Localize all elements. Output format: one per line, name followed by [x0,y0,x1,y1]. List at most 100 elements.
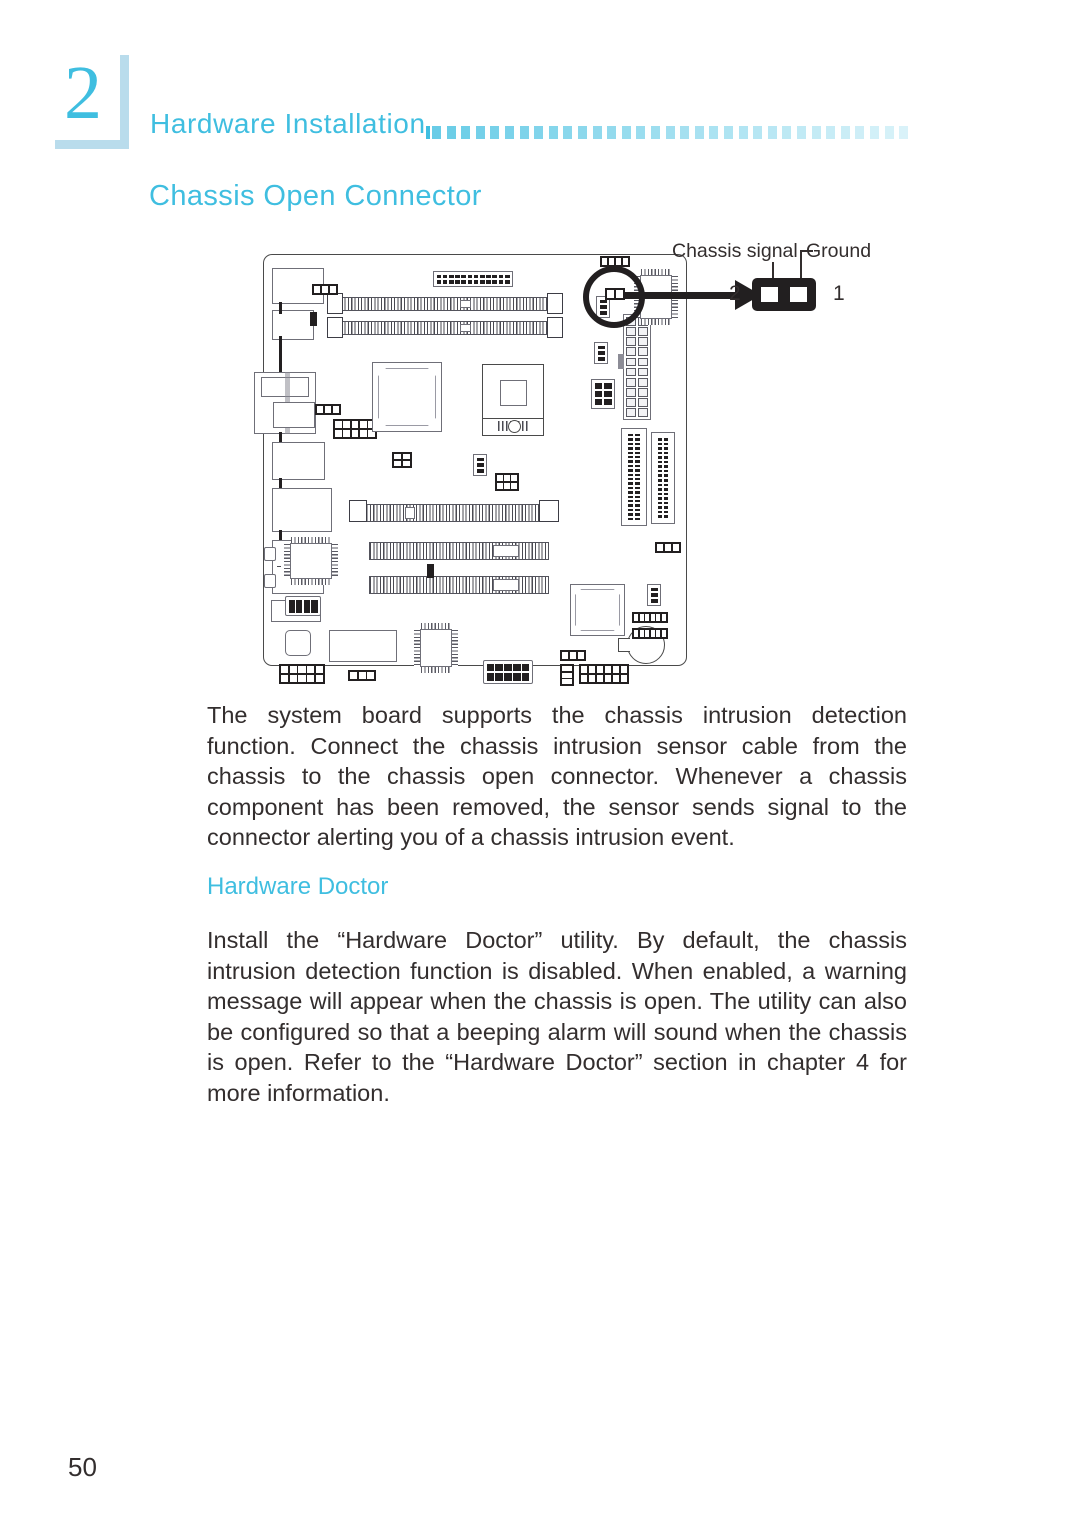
atx-power-connector [623,314,651,420]
super-io-chip [413,622,459,674]
northbridge-chip-bevel [378,368,436,426]
label-ground: Ground [806,240,872,262]
running-head-dot [636,126,646,139]
dimm-slot-1 [337,297,551,311]
io-port-vga-lower [273,402,315,428]
header-right-usb-1 [632,612,668,623]
dimm-slot-2-clip-left [327,317,343,338]
running-head-title: Hardware Installation [150,108,426,139]
jumper-between-pci [427,564,434,578]
header-mid-six-pin [495,473,519,491]
running-head-dot [870,126,879,139]
agp-slot-clip-right [539,500,559,522]
header-upper-left-of-chip [392,452,412,468]
running-head-dot [709,126,719,139]
running-head-dot [738,126,748,139]
running-head-dot [767,126,777,139]
header-front-panel-audio [279,664,325,684]
crystal-oscillator [285,630,311,656]
io-edge-line-b [279,336,282,374]
header-fan-cpu [594,342,608,364]
body-paragraph-2: Install the “Hardware Doctor” utility. B… [207,927,907,1106]
running-head-dot [665,126,675,139]
running-head-dot [782,126,792,139]
agp-slot [359,504,547,522]
page-number: 50 [68,1452,97,1482]
io-port-usb-lan-upper [272,442,325,480]
connector-pin-hole-1 [790,287,807,302]
audio-jack-1 [264,547,276,561]
cmos-battery-tab [618,638,630,652]
running-head-dot [534,126,544,139]
running-head-dot [621,126,631,139]
atx-power-connector-latch [618,354,624,369]
running-head-dot [578,126,587,139]
header-bottom-right-small [560,664,574,686]
running-head-dot [899,126,909,139]
io-port-usb-lan-lower [272,488,332,532]
agp-slot-clip-left [349,500,367,522]
connector-pin-label-1: 1 [833,282,845,305]
leader-line-chassis-signal [772,262,774,279]
header-bottom-right-three-pin [560,650,586,661]
running-head-dot [519,126,529,139]
header-top-center [433,271,513,287]
ide-connector-1 [621,428,647,526]
dimm-slot-1-clip-right [547,293,563,314]
dimm-slot-1-clip-left [327,293,343,314]
running-head-dot [826,126,836,139]
page-title: Chassis Open Connector [149,180,482,212]
chapter-badge: 2 [46,46,129,149]
header-fan-mid-left [315,404,341,415]
running-head-dot-lead [426,126,430,139]
running-head-dot-rule [426,126,914,142]
running-head-dot [548,126,558,139]
running-head-dot [607,126,617,139]
pci-slot-2-key [493,579,519,591]
header-bottom-three-pin [348,670,376,681]
header-power-small-left [285,596,321,616]
dimm-slot-2-clip-right [547,317,563,338]
label-chassis-signal: Chassis signal [672,240,798,262]
pci-slot-1-key [493,545,519,557]
header-right-three-pin [647,584,661,606]
running-head-dot [461,126,471,139]
running-head-dot [797,126,806,139]
running-head-dot [432,126,441,139]
callout-arrow-line [625,292,738,299]
cpu-socket-lever-knob [508,420,521,433]
running-head-dot [563,126,573,139]
running-head-dot [680,126,690,139]
jumper-top-left [310,312,317,326]
running-head-dot [840,126,850,139]
header-right-edge-three-pin [655,542,681,553]
ide-connector-2 [651,432,675,524]
body-paragraph-1: The system board supports the chassis in… [207,702,907,851]
southbridge-chip-bevel [575,589,620,631]
dimm-slot-2 [337,321,551,335]
header-front-panel [579,664,629,684]
running-head-dot [694,126,704,139]
chapter-number: 2 [64,51,102,135]
running-head-dot [753,126,763,139]
running-head-dot [724,126,733,139]
cpu-socket-die [500,380,527,406]
running-head-dot [811,126,821,139]
running-head-dot [855,126,865,139]
subsection-title-hardware-doctor: Hardware Doctor [207,873,389,900]
floppy-connector-shell [329,630,397,662]
running-head-dot [490,126,500,139]
pci-slot-1 [369,542,549,560]
header-mid-small [473,454,487,476]
connector-enlarged-body [752,278,816,311]
leader-line-ground-vertical [800,250,802,279]
header-usb-left [333,419,377,439]
figure-chassis-open-connector: Chassis signal Ground 2 1 [254,236,905,686]
header-fan-top-left [312,284,338,295]
lan-controller-chip [283,536,339,586]
running-head-dot [505,126,514,139]
audio-jack-2 [264,574,276,588]
running-head-dot [651,126,660,139]
header-four-pin-right [591,379,615,409]
running-head-dot [446,126,456,139]
